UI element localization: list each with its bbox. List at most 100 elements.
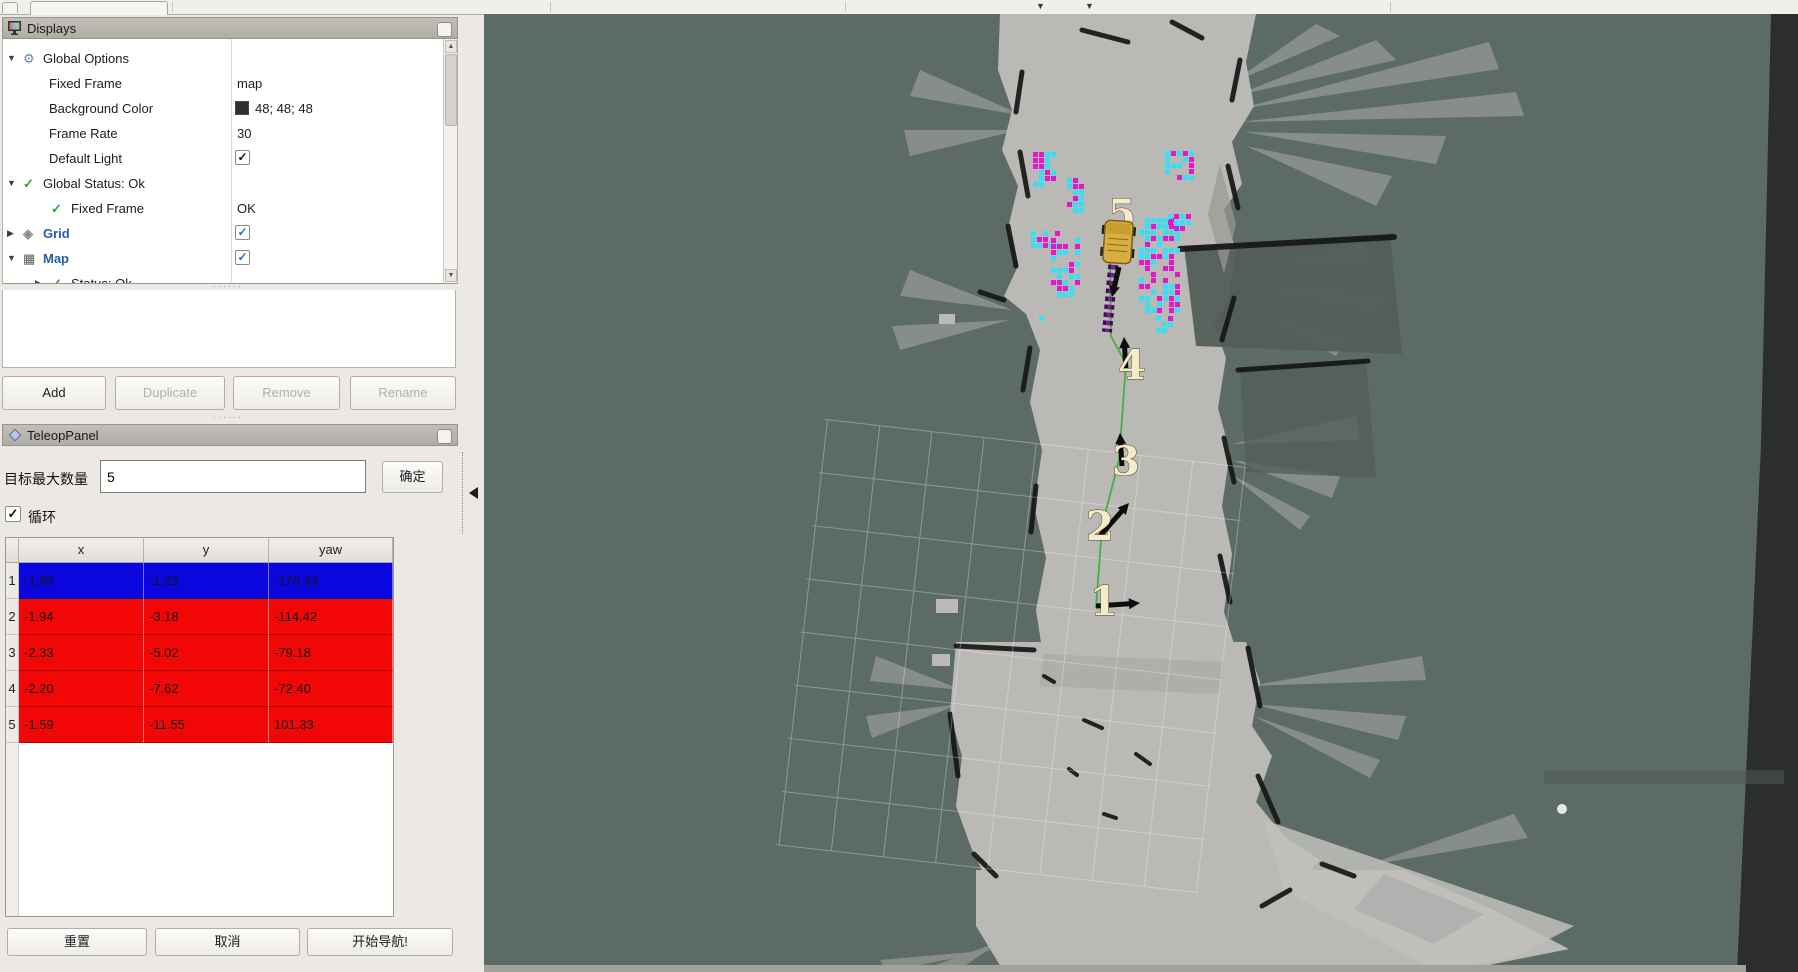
tree-row-fixed-frame-status[interactable]: ✓Fixed FrameOK (3, 196, 441, 221)
teleop-panel-title: TeleopPanel (27, 425, 99, 446)
collapse-panel-icon[interactable] (469, 487, 478, 499)
remove-button[interactable]: Remove (233, 376, 340, 410)
goal-2-x[interactable]: -1.94 (19, 599, 144, 635)
goal-4-y[interactable]: -7.62 (144, 671, 269, 707)
goal-2-y[interactable]: -3.18 (144, 599, 269, 635)
scroll-down-icon[interactable]: ▼ (445, 269, 457, 282)
goal-5-yaw[interactable]: 101.33 (269, 707, 393, 743)
tree-row-label: Default Light (49, 146, 122, 171)
horizontal-splitter[interactable]: ······ (0, 414, 456, 421)
goal-2-yaw[interactable]: -114.42 (269, 599, 393, 635)
tree-row-default-light[interactable]: Default Light ✓ (3, 146, 441, 171)
row-header-4[interactable]: 4 (6, 671, 19, 707)
enabled-checkbox[interactable]: ✓ (235, 225, 250, 240)
check-icon: ✓ (51, 196, 62, 221)
toolbar-fragment-icon (2, 2, 18, 13)
toolbar-tab-fragment[interactable] (30, 1, 168, 15)
goal-5-x[interactable]: -1.59 (19, 707, 144, 743)
tree-row-frame-rate[interactable]: Frame Rate 30 (3, 121, 441, 146)
tree-row-global-options[interactable]: ▼⚙Global Options (3, 46, 441, 71)
reset-button[interactable]: 重置 (7, 928, 147, 956)
tree-scrollbar[interactable]: ▲ ▼ (443, 39, 457, 283)
waypoint-label-1: 1 (1090, 578, 1118, 625)
goal-3-x[interactable]: -2.33 (19, 635, 144, 671)
panel-float-button[interactable] (437, 429, 452, 444)
map-icon: ▦ (23, 246, 35, 271)
chevron-down-icon[interactable]: ▼ (1036, 0, 1045, 13)
scrollbar-thumb[interactable] (445, 54, 457, 126)
teleop-panel-icon (8, 428, 22, 442)
tree-row-background-color[interactable]: Background Color 48; 48; 48 (3, 96, 441, 121)
tree-row-global-status[interactable]: ▼✓Global Status: Ok (3, 171, 441, 196)
enabled-checkbox[interactable]: ✓ (235, 150, 250, 165)
confirm-button[interactable]: 确定 (382, 461, 443, 493)
chevron-down-icon[interactable]: ▼ (1085, 0, 1094, 13)
toolbar-separator (172, 2, 173, 12)
tree-row-value[interactable]: OK (237, 196, 256, 221)
tree-row-grid[interactable]: ▶ ◈ Grid ✓ (3, 221, 441, 246)
waypoint-label-3: 3 (1112, 438, 1140, 485)
waypoint-4: 4 (1118, 337, 1146, 389)
goal-1-yaw[interactable]: -170.43 (269, 563, 393, 599)
goal-5-y[interactable]: -11.55 (144, 707, 269, 743)
table-corner-cell (6, 538, 19, 563)
start-navigation-button[interactable]: 开始导航! (307, 928, 453, 956)
column-header-yaw[interactable]: yaw (269, 538, 393, 563)
rviz-3d-view[interactable]: 12345 (484, 14, 1798, 972)
collapse-icon[interactable]: ▼ (7, 46, 16, 71)
tree-row-value[interactable]: map (237, 71, 262, 96)
goal-1-y[interactable]: -1.23 (144, 563, 269, 599)
goal-3-yaw[interactable]: -79.18 (269, 635, 393, 671)
goal-3-y[interactable]: -5.02 (144, 635, 269, 671)
tree-row-label: Frame Rate (49, 121, 118, 146)
rviz-window: ▼ ▼ Displays ▼⚙Global OptionsFixed Frame… (0, 0, 1798, 972)
goal-1-x[interactable]: -1.98 (19, 563, 144, 599)
column-header-y[interactable]: y (144, 538, 269, 563)
displays-property-tree[interactable]: ▼⚙Global OptionsFixed FramemapBackground… (2, 39, 458, 284)
panel-float-button[interactable] (437, 22, 452, 37)
tree-row-label: Global Options (43, 46, 129, 71)
row-header-2[interactable]: 2 (6, 599, 19, 635)
toolbar-separator (1390, 2, 1391, 12)
tree-row-label: Map (43, 246, 69, 271)
rename-button[interactable]: Rename (350, 376, 456, 410)
color-swatch[interactable] (235, 101, 249, 115)
max-goals-label: 目标最大数量 (4, 469, 88, 489)
displays-panel-header[interactable]: Displays (2, 17, 458, 39)
map-streak (1544, 770, 1784, 784)
goal-4-yaw[interactable]: -72.40 (269, 671, 393, 707)
tree-row-value[interactable]: 30 (237, 121, 251, 146)
horizontal-splitter[interactable]: ······ (0, 283, 456, 290)
goal-table[interactable]: xyyaw 1-1.98-1.23-170.43 2-1.94-3.18-114.4… (5, 537, 394, 917)
tree-row-label: Background Color (49, 96, 153, 121)
row-header-3[interactable]: 3 (6, 635, 19, 671)
tree-row-fixed-frame[interactable]: Fixed Frame map (3, 71, 441, 96)
expand-icon[interactable]: ▶ (7, 221, 14, 246)
row-header-5[interactable]: 5 (6, 707, 19, 743)
vertical-splitter[interactable] (462, 452, 465, 534)
displays-panel-icon (7, 21, 22, 35)
loop-checkbox[interactable]: ✓ (5, 506, 21, 522)
column-header-x[interactable]: x (19, 538, 144, 563)
loop-label: 循环 (28, 507, 56, 527)
max-goals-input[interactable] (100, 460, 366, 493)
tree-row-label: Status: Ok (71, 271, 132, 285)
duplicate-button[interactable]: Duplicate (115, 376, 225, 410)
expand-icon[interactable]: ▶ (35, 271, 42, 285)
grid-icon: ◈ (23, 221, 33, 246)
tree-row-label: Grid (43, 221, 70, 246)
collapse-icon[interactable]: ▼ (7, 171, 16, 196)
tree-row-label: Fixed Frame (49, 71, 122, 96)
enabled-checkbox[interactable]: ✓ (235, 250, 250, 265)
tree-row-map[interactable]: ▼ ▦ Map ✓ (3, 246, 441, 271)
collapse-icon[interactable]: ▼ (7, 246, 16, 271)
tree-row-value[interactable]: 48; 48; 48 (255, 96, 313, 121)
row-header-1[interactable]: 1 (6, 563, 19, 599)
goal-4-x[interactable]: -2.20 (19, 671, 144, 707)
add-button[interactable]: Add (2, 376, 106, 410)
teleop-panel-header[interactable]: TeleopPanel (2, 424, 458, 446)
waypoint-label-2: 2 (1086, 503, 1114, 550)
map-fragment (1557, 804, 1567, 814)
scroll-up-icon[interactable]: ▲ (445, 40, 457, 53)
cancel-button[interactable]: 取消 (155, 928, 300, 956)
